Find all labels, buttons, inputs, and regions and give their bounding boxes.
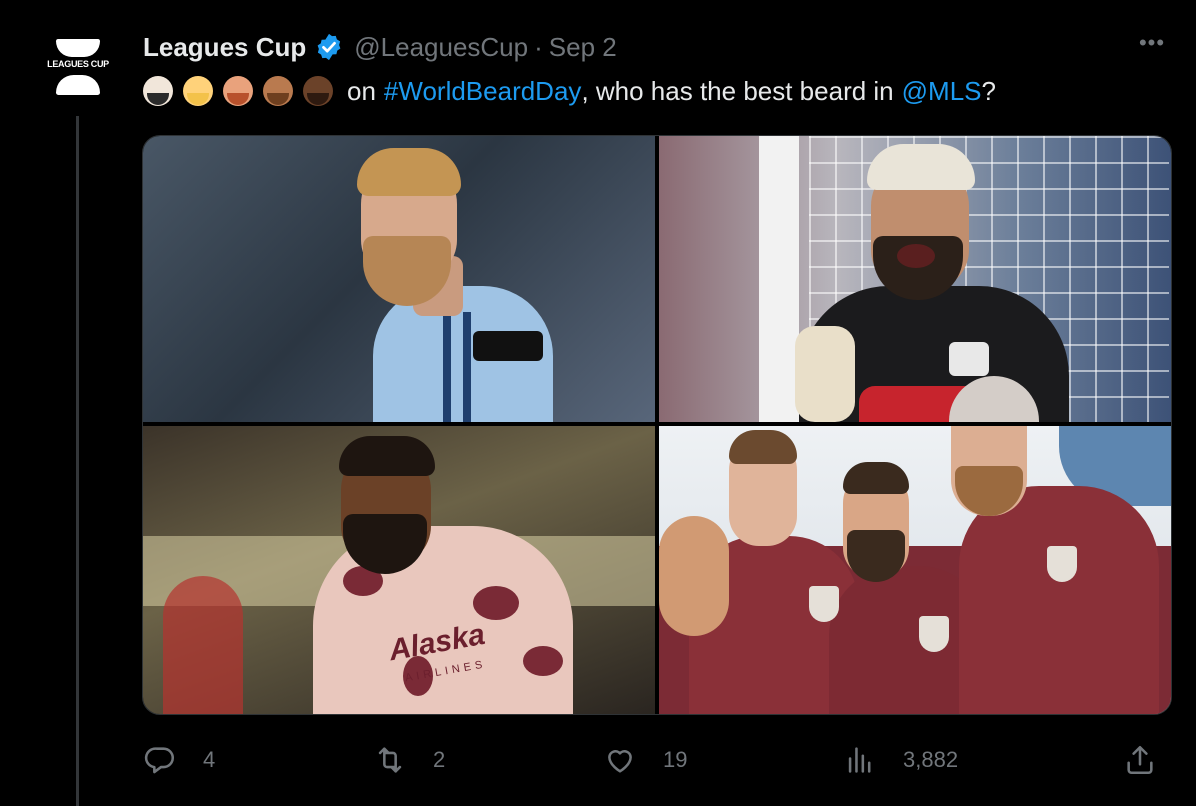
tweet-actions: 4 2 19 3,882	[143, 740, 1173, 780]
retweet-icon	[378, 747, 402, 773]
cup-logo-base	[56, 75, 100, 95]
like-count: 19	[663, 747, 688, 772]
views-chart-icon	[848, 747, 871, 773]
heart-icon	[608, 750, 632, 773]
share-icon	[1127, 745, 1153, 775]
man-beard-light-emoji	[143, 76, 173, 106]
logo-text: LEAGUES CUP	[47, 59, 109, 69]
view-count: 3,882	[903, 747, 959, 772]
photo-player-light-blue-kit[interactable]	[143, 136, 655, 422]
photo-goalkeeper-black-kit[interactable]	[659, 136, 1171, 422]
hashtag-link[interactable]: #WorldBeardDay	[384, 76, 582, 107]
share-button[interactable]	[1123, 740, 1157, 780]
man-beard-medium-emoji	[263, 76, 293, 106]
photo-three-players-maroon-kit[interactable]	[659, 426, 1171, 714]
text-middle: , who has the best beard in	[581, 75, 894, 106]
reply-button[interactable]: 4	[143, 740, 215, 780]
retweet-count: 2	[433, 747, 446, 772]
text-end: ?	[981, 75, 996, 106]
reply-icon	[144, 747, 175, 774]
separator-dot: ·	[534, 31, 543, 62]
leagues-cup-avatar[interactable]: LEAGUES CUP	[38, 30, 118, 110]
thread-line	[76, 116, 79, 806]
verified-badge-icon[interactable]	[314, 32, 344, 62]
display-name[interactable]: Leagues Cup	[143, 32, 306, 63]
man-beard-red-emoji	[223, 76, 253, 106]
reply-count: 4	[203, 747, 216, 772]
more-options-icon[interactable]: •••	[1134, 32, 1170, 58]
man-beard-dark-emoji	[303, 76, 333, 106]
man-beard-blond-emoji	[183, 76, 213, 106]
photo-player-pink-kit[interactable]: Alaska AIRLINES	[143, 426, 655, 714]
tweet-date[interactable]: Sep 2	[549, 32, 617, 63]
tweet-header: Leagues Cup @LeaguesCup · Sep 2	[143, 30, 617, 64]
author-handle[interactable]: @LeaguesCup	[354, 32, 528, 63]
retweet-button[interactable]: 2	[373, 740, 445, 780]
views-button[interactable]: 3,882	[843, 740, 958, 780]
cup-logo-top	[56, 39, 100, 57]
like-button[interactable]: 19	[603, 740, 687, 780]
media-grid: Alaska AIRLINES	[142, 135, 1172, 715]
tweet-text: on #WorldBeardDay , who has the best bea…	[143, 72, 996, 110]
text-on: on	[347, 75, 376, 106]
mention-link[interactable]: @MLS	[902, 76, 982, 107]
goal-post	[759, 136, 799, 422]
